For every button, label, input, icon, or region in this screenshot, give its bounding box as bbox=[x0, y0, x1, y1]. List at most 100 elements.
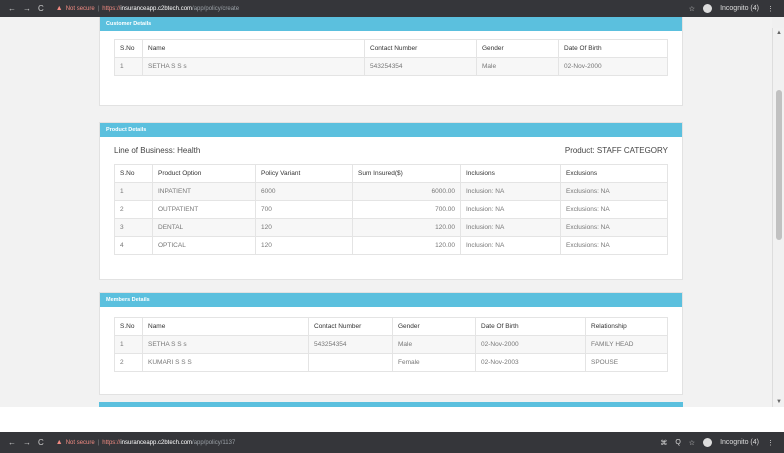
members-details-header: Members Details bbox=[100, 293, 682, 307]
install-app-icon[interactable]: ⌘ bbox=[660, 439, 667, 447]
zoom-icon[interactable]: Q bbox=[675, 439, 680, 446]
not-secure-label[interactable]: Not secure bbox=[66, 6, 95, 12]
table-row: 2 KUMARI S S S Female 02-Nov-2003 SPOUSE bbox=[114, 353, 668, 372]
product-details-header: Product Details bbox=[100, 123, 682, 137]
table-row: 4 OPTICAL 120 120.00 Inclusion: NA Exclu… bbox=[114, 236, 668, 255]
table-row: 2 OUTPATIENT 700 700.00 Inclusion: NA Ex… bbox=[114, 200, 668, 219]
line-of-business: Line of Business: Health bbox=[114, 145, 201, 155]
bookmark-star-icon[interactable]: ☆ bbox=[689, 439, 695, 447]
url-host[interactable]: insuranceapp.c2btech.com bbox=[120, 6, 192, 12]
table-cell: FAMILY HEAD bbox=[585, 335, 668, 354]
table-row: 1 SETHA S S s 543254354 Male 02-Nov-2000… bbox=[114, 335, 668, 354]
col-header: Contact Number bbox=[364, 39, 477, 58]
browser-toolbar-2: ← → C ▲ Not secure | https:// insurancea… bbox=[0, 432, 784, 453]
col-header: Sum Insured($) bbox=[352, 164, 461, 183]
table-cell: 2 bbox=[114, 200, 153, 219]
forward-icon[interactable]: → bbox=[23, 4, 31, 13]
incognito-icon[interactable] bbox=[703, 4, 713, 13]
browser-menu-icon[interactable]: ⋮ bbox=[767, 439, 774, 447]
page-viewport: Customer Details S.No Name Contact Numbe… bbox=[0, 17, 772, 407]
table-row: 3 DENTAL 120 120.00 Inclusion: NA Exclus… bbox=[114, 218, 668, 237]
scrollbar-thumb[interactable] bbox=[776, 90, 782, 240]
product-table: S.No Product Option Policy Variant Sum I… bbox=[114, 164, 668, 255]
col-header: Date Of Birth bbox=[475, 317, 586, 336]
col-header: Date Of Birth bbox=[558, 39, 668, 58]
col-header: Exclusions bbox=[560, 164, 668, 183]
table-cell: 120 bbox=[255, 236, 353, 255]
table-cell: Exclusions: NA bbox=[560, 200, 668, 219]
table-cell: Male bbox=[392, 335, 476, 354]
col-header: Name bbox=[142, 317, 309, 336]
incognito-label[interactable]: Incognito (4) bbox=[720, 5, 759, 12]
col-header: Gender bbox=[476, 39, 559, 58]
table-cell: Female bbox=[392, 353, 476, 372]
table-cell: 700 bbox=[255, 200, 353, 219]
customer-table: S.No Name Contact Number Gender Date Of … bbox=[114, 39, 668, 76]
table-cell: 120 bbox=[255, 218, 353, 237]
table-cell: SPOUSE bbox=[585, 353, 668, 372]
table-cell: Inclusion: NA bbox=[460, 200, 561, 219]
page-scrollbar[interactable]: ▲ ▼ bbox=[772, 28, 784, 407]
table-row: 1 SETHA S S s 543254354 Male 02-Nov-2000 bbox=[114, 57, 668, 76]
col-header: S.No bbox=[114, 317, 143, 336]
members-details-panel: Members Details S.No Name Contact Number… bbox=[99, 292, 683, 395]
table-cell: Inclusion: NA bbox=[460, 182, 561, 201]
table-cell: 543254354 bbox=[308, 335, 393, 354]
back-icon[interactable]: ← bbox=[8, 438, 16, 447]
table-cell: 700.00 bbox=[352, 200, 461, 219]
members-table: S.No Name Contact Number Gender Date Of … bbox=[114, 317, 668, 372]
col-header: Relationship bbox=[585, 317, 668, 336]
product-category: Product: STAFF CATEGORY bbox=[564, 145, 668, 155]
url-path[interactable]: /app/policy/create bbox=[192, 6, 239, 12]
url-scheme[interactable]: https:// bbox=[102, 6, 120, 12]
table-cell: 02-Nov-2000 bbox=[558, 57, 668, 76]
col-header: Policy Variant bbox=[255, 164, 353, 183]
table-cell: INPATIENT bbox=[152, 182, 256, 201]
warning-icon: ▲ bbox=[55, 439, 63, 446]
reload-icon[interactable]: C bbox=[38, 438, 44, 447]
col-header: S.No bbox=[114, 39, 143, 58]
url-host[interactable]: insuranceapp.c2btech.com bbox=[120, 440, 192, 446]
scroll-up-icon[interactable]: ▲ bbox=[776, 30, 782, 36]
table-cell: 2 bbox=[114, 353, 143, 372]
table-cell: 120.00 bbox=[352, 218, 461, 237]
url-scheme[interactable]: https:// bbox=[102, 440, 120, 446]
warning-icon: ▲ bbox=[55, 5, 63, 12]
product-summary: Line of Business: Health Product: STAFF … bbox=[100, 137, 682, 157]
col-header: S.No bbox=[114, 164, 153, 183]
url-separator: | bbox=[97, 5, 100, 12]
table-cell: 1 bbox=[114, 335, 143, 354]
scroll-down-icon[interactable]: ▼ bbox=[776, 399, 782, 405]
table-cell: 6000 bbox=[255, 182, 353, 201]
table-cell: Inclusion: NA bbox=[460, 218, 561, 237]
customer-details-header: Customer Details bbox=[100, 17, 682, 31]
table-cell: KUMARI S S S bbox=[142, 353, 309, 372]
table-cell: 1 bbox=[114, 182, 153, 201]
col-header: Gender bbox=[392, 317, 476, 336]
url-separator: | bbox=[97, 439, 100, 446]
col-header: Inclusions bbox=[460, 164, 561, 183]
not-secure-label[interactable]: Not secure bbox=[66, 440, 95, 446]
back-icon[interactable]: ← bbox=[8, 4, 16, 13]
incognito-label[interactable]: Incognito (4) bbox=[720, 439, 759, 446]
col-header: Contact Number bbox=[308, 317, 393, 336]
forward-icon[interactable]: → bbox=[23, 438, 31, 447]
incognito-icon[interactable] bbox=[703, 438, 713, 447]
table-cell: 02-Nov-2000 bbox=[475, 335, 586, 354]
url-path[interactable]: /app/policy/1137 bbox=[192, 440, 235, 446]
browser-menu-icon[interactable]: ⋮ bbox=[767, 5, 774, 13]
table-cell: SETHA S S s bbox=[142, 57, 365, 76]
table-cell: 1 bbox=[114, 57, 143, 76]
reload-icon[interactable]: C bbox=[38, 4, 44, 13]
table-cell: Exclusions: NA bbox=[560, 182, 668, 201]
table-cell: OPTICAL bbox=[152, 236, 256, 255]
table-cell: 120.00 bbox=[352, 236, 461, 255]
table-cell: 3 bbox=[114, 218, 153, 237]
table-cell: 02-Nov-2003 bbox=[475, 353, 586, 372]
customer-details-panel: Customer Details S.No Name Contact Numbe… bbox=[99, 17, 683, 106]
table-cell: SETHA S S s bbox=[142, 335, 309, 354]
col-header: Product Option bbox=[152, 164, 256, 183]
table-cell bbox=[308, 353, 393, 372]
bookmark-star-icon[interactable]: ☆ bbox=[689, 5, 695, 13]
table-cell: 543254354 bbox=[364, 57, 477, 76]
